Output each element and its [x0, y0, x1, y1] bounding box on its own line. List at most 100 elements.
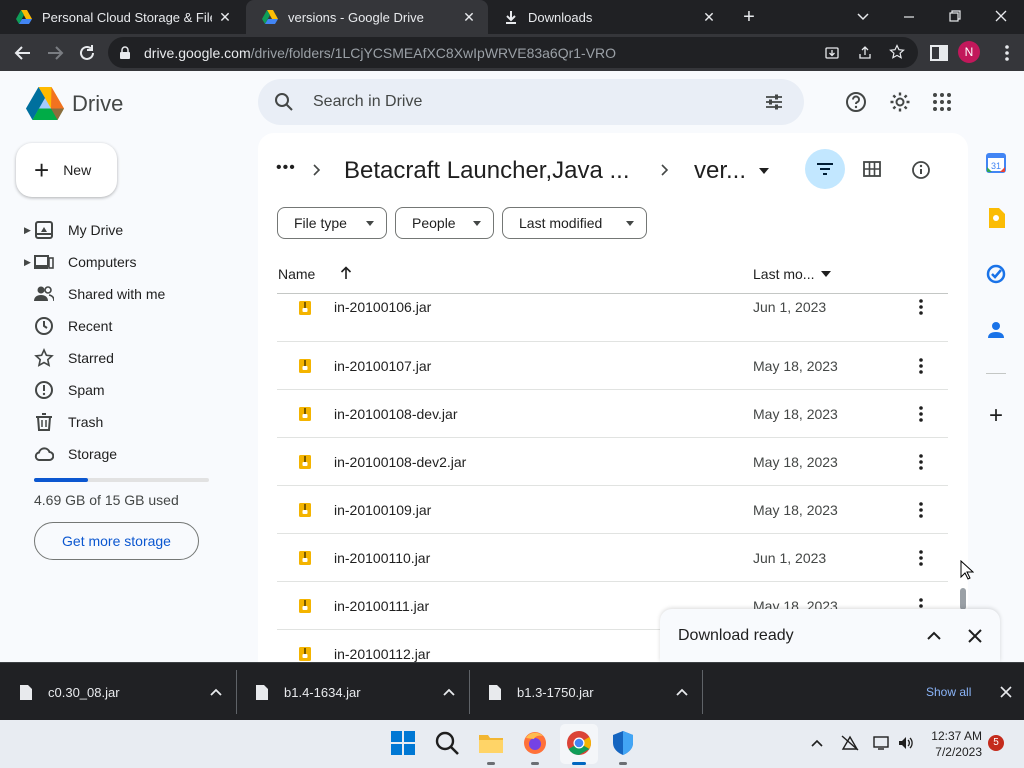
- new-tab-icon[interactable]: +: [738, 6, 760, 28]
- share-icon[interactable]: [857, 45, 873, 61]
- file-row[interactable]: in-20100110.jar Jun 1, 2023: [277, 534, 948, 582]
- grid-view-icon[interactable]: [863, 160, 881, 178]
- expand-up-icon[interactable]: [926, 630, 942, 642]
- download-item[interactable]: b1.3-1750.jar: [469, 663, 702, 721]
- profile-avatar[interactable]: N: [958, 41, 980, 63]
- new-button[interactable]: + New: [16, 143, 117, 197]
- trash-icon: [36, 413, 52, 431]
- windows-start-icon[interactable]: [389, 729, 417, 757]
- more-actions-icon[interactable]: [913, 356, 929, 376]
- column-name-header[interactable]: Name: [278, 266, 315, 282]
- nav-spam[interactable]: Spam: [0, 375, 240, 405]
- menu-kebab-icon[interactable]: [996, 42, 1018, 64]
- minimize-icon[interactable]: [902, 10, 916, 24]
- breadcrumb-parent[interactable]: Betacraft Launcher,Java ...: [344, 157, 630, 185]
- apps-grid-icon[interactable]: [931, 91, 953, 113]
- more-actions-icon[interactable]: [913, 404, 929, 424]
- close-tab-icon[interactable]: ✕: [700, 8, 718, 26]
- filter-file-type[interactable]: File type: [277, 207, 387, 239]
- back-arrow-icon[interactable]: [12, 42, 34, 64]
- forward-arrow-icon[interactable]: [44, 42, 66, 64]
- filter-people[interactable]: People: [395, 207, 494, 239]
- expand-caret-icon[interactable]: ▶: [24, 225, 31, 236]
- info-icon[interactable]: [911, 160, 931, 180]
- drive-logo-icon[interactable]: [26, 87, 64, 120]
- expand-caret-icon[interactable]: ▶: [24, 257, 31, 268]
- more-actions-icon[interactable]: [913, 548, 929, 568]
- nav-computers[interactable]: ▶ Computers: [0, 247, 240, 277]
- close-tab-icon[interactable]: ✕: [216, 8, 234, 26]
- file-explorer-icon[interactable]: [477, 729, 505, 757]
- tab-versions-drive[interactable]: versions - Google Drive ✕: [246, 0, 488, 34]
- defender-shield-icon[interactable]: [609, 729, 637, 757]
- file-row[interactable]: in-20100108-dev2.jar May 18, 2023: [277, 438, 948, 486]
- nav-recent[interactable]: Recent: [0, 311, 240, 341]
- show-hidden-icons-chevron-icon[interactable]: [810, 738, 824, 748]
- chrome-icon[interactable]: [565, 729, 593, 757]
- archive-file-icon: [299, 503, 311, 517]
- search-bar[interactable]: Search in Drive: [258, 79, 804, 125]
- more-actions-icon[interactable]: [913, 297, 929, 317]
- system-clock[interactable]: 12:37 AM 7/2/2023: [920, 728, 982, 760]
- close-tab-icon[interactable]: ✕: [460, 8, 478, 26]
- reload-icon[interactable]: [76, 42, 98, 64]
- help-icon[interactable]: [845, 91, 867, 113]
- search-icon[interactable]: [433, 729, 461, 757]
- volume-icon[interactable]: [897, 735, 915, 751]
- tab-search-chevron-icon[interactable]: [856, 10, 870, 24]
- firefox-icon[interactable]: [521, 729, 549, 757]
- lock-icon[interactable]: [118, 45, 132, 60]
- add-addon-icon[interactable]: +: [985, 404, 1007, 428]
- display-icon[interactable]: [873, 735, 891, 751]
- column-caret-icon[interactable]: [821, 271, 831, 277]
- column-last-modified-header[interactable]: Last mo...: [753, 266, 814, 282]
- scrollbar-thumb[interactable]: [960, 588, 966, 610]
- side-panel-icon[interactable]: [928, 42, 950, 64]
- tab-personal-cloud[interactable]: Personal Cloud Storage & File Sh ✕: [0, 0, 244, 34]
- address-bar[interactable]: drive.google.com/drive/folders/1LCjYCSME…: [108, 37, 918, 68]
- more-actions-icon[interactable]: [913, 452, 929, 472]
- chevron-up-icon[interactable]: [443, 687, 455, 697]
- file-row[interactable]: in-20100106.jar Jun 1, 2023: [277, 294, 948, 342]
- more-actions-icon[interactable]: [913, 500, 929, 520]
- settings-gear-icon[interactable]: [889, 91, 911, 113]
- breadcrumb-current[interactable]: ver...: [694, 157, 746, 185]
- download-item[interactable]: c0.30_08.jar: [0, 663, 236, 721]
- download-item[interactable]: b1.4-1634.jar: [236, 663, 469, 721]
- get-more-storage-button[interactable]: Get more storage: [34, 522, 199, 560]
- tasks-icon[interactable]: [986, 264, 1006, 284]
- search-icon[interactable]: [274, 92, 294, 112]
- nav-storage[interactable]: Storage: [0, 439, 240, 469]
- nav-starred[interactable]: Starred: [0, 343, 240, 373]
- show-all-button[interactable]: Show all: [926, 685, 971, 699]
- install-app-icon[interactable]: [824, 45, 840, 61]
- close-shelf-icon[interactable]: [1000, 686, 1012, 698]
- nav-trash[interactable]: Trash: [0, 407, 240, 437]
- search-input[interactable]: Search in Drive: [313, 93, 422, 111]
- notification-badge[interactable]: 5: [988, 735, 1004, 751]
- file-row[interactable]: in-20100109.jar May 18, 2023: [277, 486, 948, 534]
- contacts-icon[interactable]: [987, 320, 1005, 340]
- file-row[interactable]: in-20100108-dev.jar May 18, 2023: [277, 390, 948, 438]
- filter-view-button[interactable]: [805, 149, 845, 189]
- nav-shared-with-me[interactable]: Shared with me: [0, 279, 240, 309]
- filter-last-modified[interactable]: Last modified: [502, 207, 647, 239]
- chevron-up-icon[interactable]: [210, 687, 222, 697]
- network-offline-icon[interactable]: [841, 735, 859, 751]
- nav-my-drive[interactable]: ▶ My Drive: [0, 215, 240, 245]
- chevron-up-icon[interactable]: [676, 687, 688, 697]
- breadcrumb-more[interactable]: •••: [276, 159, 296, 177]
- restore-icon[interactable]: [948, 9, 962, 23]
- sort-arrow-up-icon[interactable]: [340, 266, 352, 280]
- file-row[interactable]: in-20100107.jar May 18, 2023: [277, 342, 948, 390]
- calendar-icon[interactable]: 31: [986, 153, 1006, 173]
- running-indicator: [487, 762, 495, 765]
- close-window-icon[interactable]: [994, 9, 1008, 23]
- folder-menu-caret-icon[interactable]: [758, 167, 770, 175]
- search-options-icon[interactable]: [764, 92, 784, 112]
- close-icon[interactable]: [967, 628, 983, 644]
- keep-icon[interactable]: [987, 208, 1005, 228]
- bookmark-star-icon[interactable]: [889, 44, 905, 60]
- tab-downloads[interactable]: Downloads ✕: [488, 0, 728, 34]
- drive-logo-text[interactable]: Drive: [72, 91, 123, 117]
